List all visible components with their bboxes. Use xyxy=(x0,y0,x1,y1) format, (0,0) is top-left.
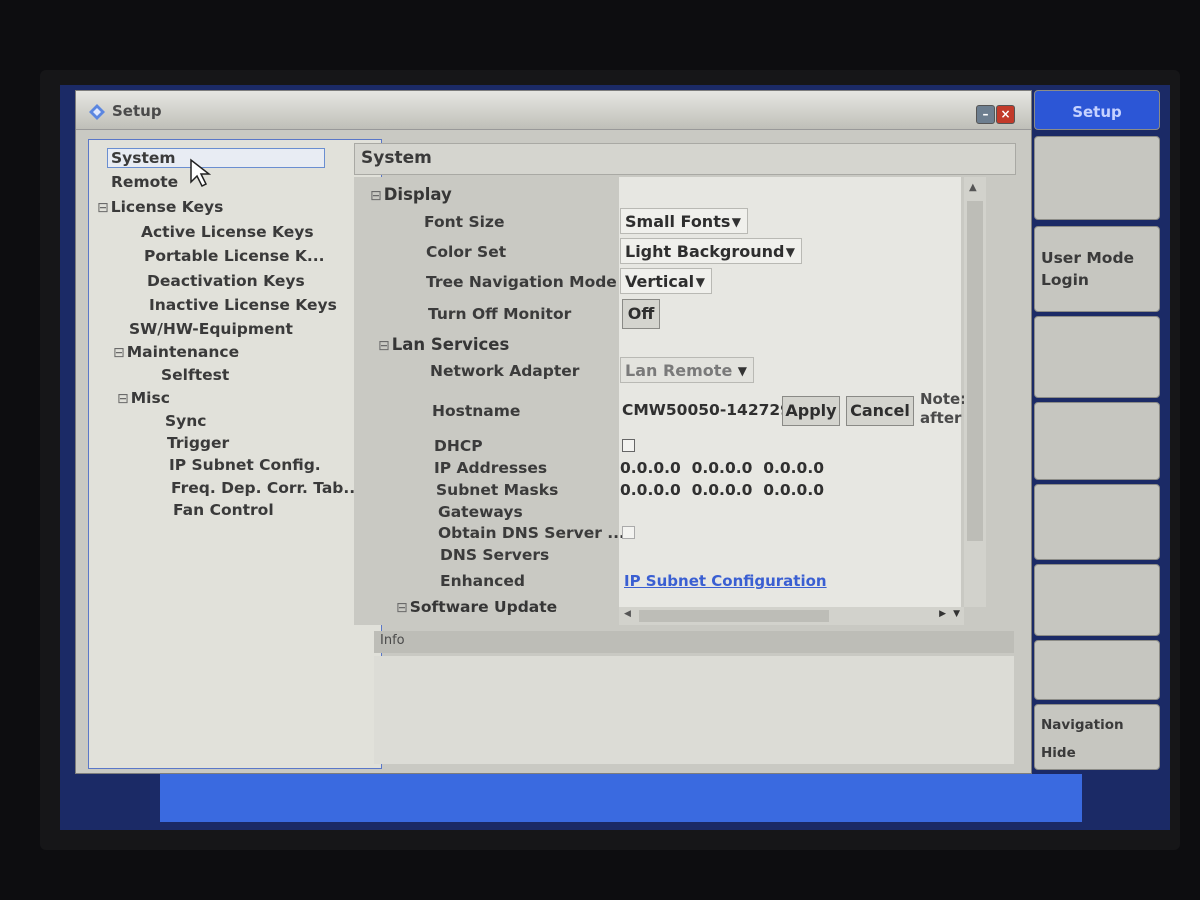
gateways-label: Gateways xyxy=(438,503,523,521)
enhanced-label: Enhanced xyxy=(440,572,525,590)
tree-item-misc[interactable]: ⊟ Misc xyxy=(117,389,170,407)
scroll-left-icon[interactable]: ◀ xyxy=(624,609,631,619)
settings-panel: ⊟ Display Font Size Small Fonts ▼ Color Se… xyxy=(354,177,1000,625)
tree-item-sync[interactable]: Sync xyxy=(165,412,207,430)
tree-item-portable-license-keys[interactable]: Portable License K... xyxy=(144,247,325,265)
tree-item-trigger[interactable]: Trigger xyxy=(167,434,229,452)
note-text: Note: xyxy=(920,390,967,408)
setup-softkey[interactable]: Setup xyxy=(1034,90,1160,130)
scroll-thumb[interactable] xyxy=(967,201,983,541)
dhcp-label: DHCP xyxy=(434,437,483,455)
color-set-label: Color Set xyxy=(426,243,507,261)
network-adapter-label: Network Adapter xyxy=(430,362,580,380)
softkey-5[interactable] xyxy=(1034,402,1160,480)
window-title: Setup xyxy=(112,102,162,120)
obtain-dns-server-label: Obtain DNS Server ... xyxy=(438,524,625,542)
navigation-hide-softkey[interactable]: Navigation Hide xyxy=(1034,704,1160,770)
dropdown-arrow-icon: ▼ xyxy=(785,245,795,259)
info-area xyxy=(374,656,1014,764)
panel-header: System xyxy=(354,143,1016,175)
tree-item-selftest[interactable]: Selftest xyxy=(161,366,229,384)
title-bar: Setup – × xyxy=(76,91,1031,130)
lan-services-section[interactable]: ⊟ Lan Services xyxy=(378,335,509,354)
tree-item-ip-subnet-config[interactable]: IP Subnet Config. xyxy=(169,456,321,474)
tree-item-freq-dep-corr-tab[interactable]: Freq. Dep. Corr. Tab... xyxy=(171,479,361,497)
tree-item-fan-control[interactable]: Fan Control xyxy=(173,501,274,519)
dhcp-checkbox[interactable] xyxy=(622,439,635,452)
scroll-down-icon[interactable]: ▼ xyxy=(953,609,960,619)
softkey-4[interactable] xyxy=(1034,316,1160,398)
network-adapter-dropdown[interactable]: Lan Remote ▼ xyxy=(620,357,754,383)
softkey-7[interactable] xyxy=(1034,564,1160,636)
cancel-button[interactable]: Cancel xyxy=(846,396,914,426)
minimize-icon[interactable]: – xyxy=(976,105,995,124)
color-set-dropdown[interactable]: Light Background ▼ xyxy=(620,238,802,264)
collapse-icon[interactable]: ⊟ xyxy=(370,188,382,204)
tree-item-remote[interactable]: Remote xyxy=(111,173,178,191)
note-text-continued: after xyxy=(920,409,962,427)
dropdown-arrow-icon: ▼ xyxy=(737,364,747,378)
status-bar xyxy=(160,774,1082,822)
hostname-label: Hostname xyxy=(432,402,521,420)
app-logo-icon xyxy=(89,104,105,120)
dropdown-arrow-icon: ▼ xyxy=(695,275,705,289)
tree-item-sw-hw-equipment[interactable]: SW/HW-Equipment xyxy=(129,320,293,338)
collapse-icon[interactable]: ⊟ xyxy=(378,338,390,354)
dropdown-arrow-icon: ▼ xyxy=(731,215,741,229)
collapse-icon[interactable]: ⊟ xyxy=(113,345,125,361)
collapse-icon[interactable]: ⊟ xyxy=(117,391,129,407)
collapse-icon[interactable]: ⊟ xyxy=(396,600,408,616)
softkey-panel: Setup User Mode Login Navigation Hide xyxy=(1030,90,1166,772)
tree-navigation-mode-label: Tree Navigation Mode xyxy=(426,273,617,291)
tree-item-maintenance[interactable]: ⊟ Maintenance xyxy=(113,343,239,361)
close-icon[interactable]: × xyxy=(996,105,1015,124)
dns-servers-label: DNS Servers xyxy=(440,546,550,564)
font-size-label: Font Size xyxy=(424,213,505,231)
softkey-8[interactable] xyxy=(1034,640,1160,700)
tree-item-license-keys[interactable]: ⊟ License Keys xyxy=(97,198,223,216)
collapse-icon[interactable]: ⊟ xyxy=(97,200,109,216)
tree-item-deactivation-keys[interactable]: Deactivation Keys xyxy=(147,272,305,290)
ip-addresses-label: IP Addresses xyxy=(434,459,548,477)
display-section[interactable]: ⊟ Display xyxy=(370,185,452,204)
turn-off-monitor-button[interactable]: Off xyxy=(622,299,660,329)
scroll-up-icon[interactable]: ▲ xyxy=(969,182,977,193)
turn-off-monitor-label: Turn Off Monitor xyxy=(428,305,572,323)
vertical-scrollbar[interactable]: ▲ xyxy=(964,177,986,607)
tree-navigation-mode-dropdown[interactable]: Vertical ▼ xyxy=(620,268,712,294)
font-size-dropdown[interactable]: Small Fonts ▼ xyxy=(620,208,748,234)
software-update-section[interactable]: ⊟ Software Update xyxy=(396,598,557,616)
subnet-masks-value: 0.0.0.0 0.0.0.0 0.0.0.0 xyxy=(620,481,824,499)
ip-subnet-configuration-link[interactable]: IP Subnet Configuration xyxy=(624,572,827,590)
obtain-dns-server-checkbox[interactable] xyxy=(622,526,635,539)
setup-window: Setup – × System Remote ⊟ License Keys Ac… xyxy=(75,90,1032,774)
mouse-cursor-icon xyxy=(190,158,211,188)
tree-item-system[interactable]: System xyxy=(107,148,325,168)
panel-title: System xyxy=(361,148,432,168)
tree-item-active-license-keys[interactable]: Active License Keys xyxy=(141,223,314,241)
apply-button[interactable]: Apply xyxy=(782,396,840,426)
scroll-thumb[interactable] xyxy=(639,610,829,622)
user-mode-login-softkey[interactable]: User Mode Login xyxy=(1034,226,1160,312)
info-header: Info xyxy=(374,631,1014,653)
softkey-2[interactable] xyxy=(1034,136,1160,220)
tree-item-inactive-license-keys[interactable]: Inactive License Keys xyxy=(149,296,337,314)
scroll-right-icon[interactable]: ▶ xyxy=(939,609,946,619)
horizontal-scrollbar[interactable]: ◀ ▶ ▼ xyxy=(619,607,964,625)
navigation-tree: System Remote ⊟ License Keys Active Licen… xyxy=(88,139,382,769)
hostname-field[interactable]: CMW50050-142729 xyxy=(622,401,791,419)
softkey-6[interactable] xyxy=(1034,484,1160,560)
ip-addresses-value: 0.0.0.0 0.0.0.0 0.0.0.0 xyxy=(620,459,824,477)
subnet-masks-label: Subnet Masks xyxy=(436,481,559,499)
screen: Setup – × System Remote ⊟ License Keys Ac… xyxy=(60,85,1170,830)
info-label: Info xyxy=(380,633,405,648)
